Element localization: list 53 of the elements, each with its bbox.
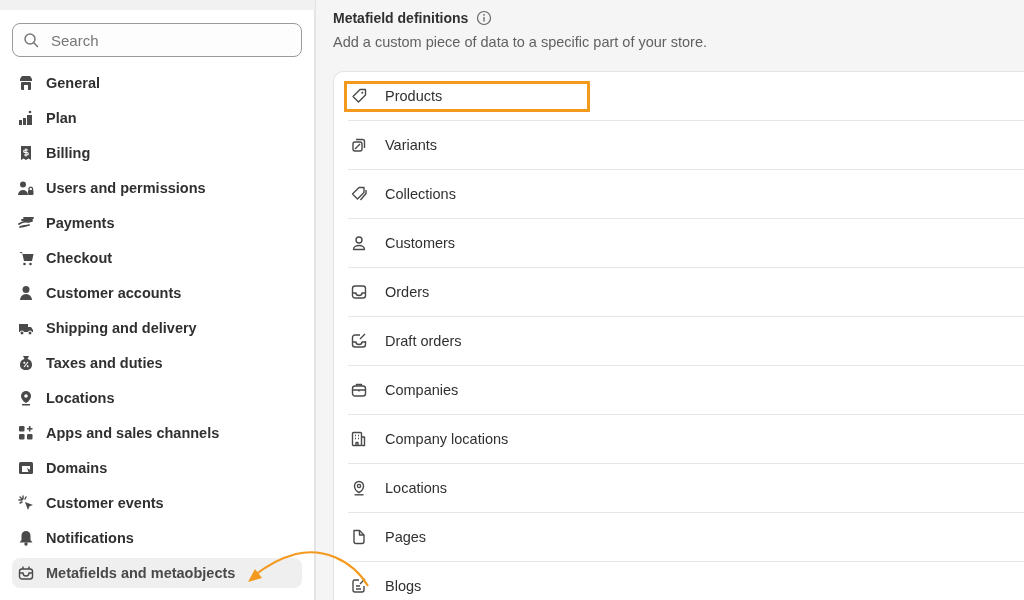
section-title: Metafield definitions <box>333 10 469 26</box>
sidebar-item[interactable]: Plan <box>12 103 302 133</box>
note-edit-icon <box>351 578 367 594</box>
definition-row[interactable]: Company locations <box>348 415 1024 464</box>
sidebar-item[interactable]: Apps and sales channels <box>12 418 302 448</box>
inbox-icon <box>351 284 367 300</box>
page-icon <box>351 529 367 545</box>
sidebar-item[interactable]: Notifications <box>12 523 302 553</box>
definition-row[interactable]: Customers <box>348 219 1024 268</box>
definition-row[interactable]: Companies <box>348 366 1024 415</box>
definition-row[interactable]: Collections <box>348 170 1024 219</box>
stacked-squares-icon <box>351 137 367 153</box>
sidebar-item[interactable]: Customer events <box>12 488 302 518</box>
definition-row[interactable]: Pages <box>348 513 1024 562</box>
location-pin-icon <box>351 480 367 496</box>
sidebar-item[interactable]: Shipping and delivery <box>12 313 302 343</box>
person-outline-icon <box>351 235 367 251</box>
cart-icon <box>18 250 34 266</box>
apps-grid-icon <box>18 425 34 441</box>
window-icon <box>18 460 34 476</box>
store-icon <box>18 75 34 91</box>
info-icon[interactable] <box>476 10 493 26</box>
tag-icon <box>351 88 367 104</box>
sidebar-item[interactable]: Checkout <box>12 243 302 273</box>
sidebar-item[interactable]: Domains <box>12 453 302 483</box>
users-icon <box>18 180 34 196</box>
tray-icon <box>18 565 34 581</box>
bell-icon <box>18 530 34 546</box>
sidebar-item[interactable]: Locations <box>12 383 302 413</box>
definition-row[interactable]: Orders <box>348 268 1024 317</box>
sidebar-item[interactable]: Billing <box>12 138 302 168</box>
sidebar-item[interactable]: Customer accounts <box>12 278 302 308</box>
location-pin-icon <box>18 390 34 406</box>
cursor-click-icon <box>18 495 34 511</box>
tags-icon <box>351 186 367 202</box>
section-description: Add a custom piece of data to a specific part of your store. <box>333 34 708 50</box>
inbox-edit-icon <box>351 333 367 349</box>
sidebar-item[interactable]: Payments <box>12 208 302 238</box>
bar-chart-icon <box>18 110 34 126</box>
definition-row[interactable]: Draft orders <box>348 317 1024 366</box>
building-icon <box>351 431 367 447</box>
definition-row[interactable]: Blogs <box>348 562 1024 600</box>
sidebar-item[interactable]: General <box>12 68 302 98</box>
definition-row[interactable]: Variants <box>348 121 1024 170</box>
definition-row[interactable]: Locations <box>348 464 1024 513</box>
search-field[interactable]: Search <box>12 23 302 57</box>
sidebar-item[interactable]: Taxes and duties <box>12 348 302 378</box>
person-icon <box>18 285 34 301</box>
sidebar-item[interactable]: Metafields and metaobjects <box>12 558 302 588</box>
money-bag-icon <box>18 355 34 371</box>
briefcase-icon <box>351 382 367 398</box>
sidebar-item[interactable]: Users and permissions <box>12 173 302 203</box>
receipt-icon <box>18 145 34 161</box>
